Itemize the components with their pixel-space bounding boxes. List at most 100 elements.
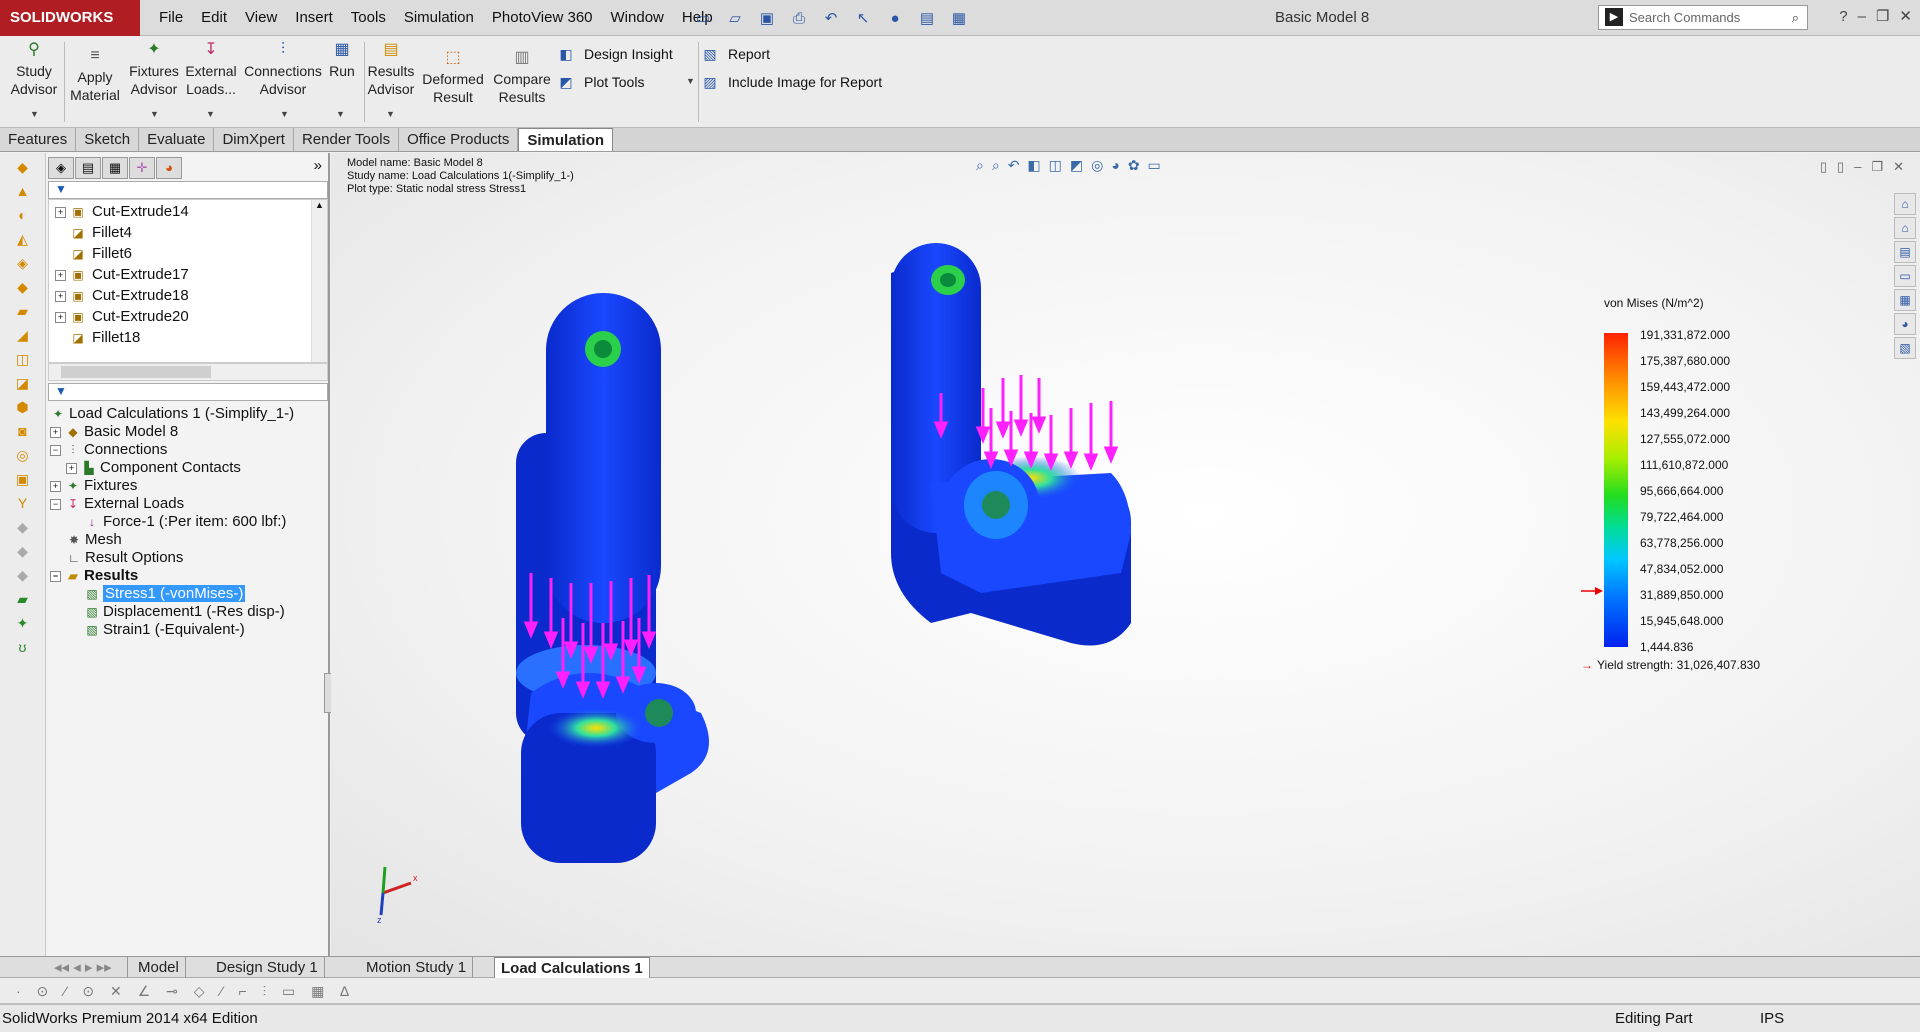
stress-plot-model[interactable]	[331, 153, 1920, 956]
tab-scroll-arrows[interactable]: ◂◂ ◂ ▸ ▸▸	[48, 957, 128, 979]
report-button[interactable]: ▧ Report	[700, 44, 770, 64]
undo-icon[interactable]: ↶	[818, 5, 844, 31]
green-tool-icon[interactable]: ʊ	[13, 637, 33, 657]
compare-results-button[interactable]: ▥ Compare Results	[490, 48, 554, 106]
expand-icon[interactable]: +	[55, 269, 66, 281]
options-icon[interactable]: ▦	[946, 5, 972, 31]
menu-file[interactable]: File	[150, 0, 192, 36]
strain-plot-item[interactable]: ▧ Strain1 (-Equivalent-)	[84, 619, 244, 641]
chevron-down-icon[interactable]: ▼	[280, 109, 289, 119]
chart-icon[interactable]: ◎	[13, 445, 33, 465]
chevron-down-icon[interactable]: ▼	[686, 76, 695, 86]
graphics-viewport[interactable]: Model name: Basic Model 8 Study name: Lo…	[331, 153, 1920, 956]
menu-simulation[interactable]: Simulation	[395, 0, 483, 36]
connector-icon[interactable]: ◆	[13, 277, 33, 297]
configuration-manager-tab-icon[interactable]: ▦	[102, 157, 128, 179]
sketch-tools-icon[interactable]: · ⊙ ⁄ ⊙ ✕ ∠ ⊸ ◇ ⁄ ⌐ ⫶ ▭ ▦ ∆	[16, 983, 355, 999]
tab-dimxpert[interactable]: DimXpert	[214, 128, 294, 151]
minimize-icon[interactable]: –	[1858, 0, 1866, 34]
menu-photoview[interactable]: PhotoView 360	[483, 0, 602, 36]
green-tool-icon[interactable]: ✦	[13, 613, 33, 633]
select-icon[interactable]: ↖	[850, 5, 876, 31]
solidworks-logo[interactable]: SOLIDWORKS	[0, 0, 140, 36]
chevron-down-icon[interactable]: ▼	[386, 109, 395, 119]
external-loads-button[interactable]: ↧ External Loads...	[184, 40, 238, 98]
print-icon[interactable]: ⎙	[786, 5, 812, 31]
tab-sketch[interactable]: Sketch	[76, 128, 140, 151]
magnifier-icon[interactable]: ⌕	[1792, 6, 1799, 29]
tab-simulation[interactable]: Simulation	[518, 128, 614, 151]
rebuild-icon[interactable]: ●	[882, 5, 908, 31]
plot-icon[interactable]: ◫	[13, 349, 33, 369]
menu-view[interactable]: View	[236, 0, 286, 36]
expand-icon[interactable]: +	[50, 480, 61, 492]
expand-panel-icon[interactable]: »	[314, 157, 322, 174]
feature-manager-tab-icon[interactable]: ◈	[48, 157, 74, 179]
expand-icon[interactable]: +	[50, 426, 61, 438]
menu-insert[interactable]: Insert	[286, 0, 342, 36]
save-icon[interactable]: ▣	[754, 5, 780, 31]
run-button[interactable]: ▦ Run	[326, 40, 358, 80]
help-icon[interactable]: ?	[1839, 0, 1847, 34]
sensor-icon[interactable]: ⬢	[13, 397, 33, 417]
material-icon[interactable]: ◈	[13, 253, 33, 273]
tab-motion-study[interactable]: Motion Study 1	[360, 957, 474, 979]
dimxpert-tab-icon[interactable]: ✛	[129, 157, 155, 179]
property-manager-tab-icon[interactable]: ▤	[75, 157, 101, 179]
tab-design-study[interactable]: Design Study 1	[210, 957, 325, 979]
chevron-up-icon[interactable]: ▲	[315, 200, 324, 210]
hinge-icon[interactable]: ◐	[13, 205, 33, 225]
study-advisor-button[interactable]: ⚲ Study Advisor	[8, 40, 60, 98]
menu-edit[interactable]: Edit	[192, 0, 236, 36]
search-commands-input[interactable]: ▶ Search Commands ⌕	[1598, 5, 1808, 30]
chevron-down-icon[interactable]: ▼	[30, 109, 39, 119]
report-side-icon[interactable]: ◙	[13, 421, 33, 441]
tab-features[interactable]: Features	[0, 128, 77, 151]
apply-material-button[interactable]: ≡ Apply Material	[66, 46, 124, 104]
chevron-down-icon[interactable]: ▼	[150, 109, 159, 119]
chevron-down-icon[interactable]: ▼	[336, 109, 345, 119]
scrollbar-thumb[interactable]	[61, 366, 211, 378]
file-properties-icon[interactable]: ▤	[914, 5, 940, 31]
load-icon[interactable]: ◭	[13, 229, 33, 249]
box-icon[interactable]: ▣	[13, 469, 33, 489]
study-filter[interactable]: ▼	[48, 383, 328, 401]
design-insight-button[interactable]: ◧ Design Insight	[556, 44, 672, 64]
probe-icon[interactable]: ◪	[13, 373, 33, 393]
tree-item[interactable]: ◪ Fillet18	[70, 326, 140, 350]
study-icon[interactable]: ◆	[13, 157, 33, 177]
menu-tools[interactable]: Tools	[342, 0, 395, 36]
expand-icon[interactable]: +	[55, 311, 66, 323]
restore-icon[interactable]: ❐	[1876, 0, 1889, 34]
tab-render-tools[interactable]: Render Tools	[293, 128, 400, 151]
include-image-button[interactable]: ▨ Include Image for Report	[700, 72, 882, 92]
plot-tools-button[interactable]: ◩ Plot Tools	[556, 72, 644, 92]
expand-icon[interactable]: +	[55, 290, 66, 302]
display-manager-tab-icon[interactable]: ◕	[156, 157, 182, 179]
connections-advisor-button[interactable]: ⫶ Connections Advisor	[242, 40, 324, 98]
tab-evaluate[interactable]: Evaluate	[139, 128, 215, 151]
feature-tree-horizontal-scrollbar[interactable]	[48, 363, 328, 381]
fixture-icon[interactable]: ▲	[13, 181, 33, 201]
chevron-down-icon[interactable]: ▼	[206, 109, 215, 119]
mesh-tool-icon[interactable]: ▰	[13, 301, 33, 321]
menu-window[interactable]: Window	[602, 0, 673, 36]
green-tool-icon[interactable]: ▰	[13, 589, 33, 609]
tab-office-products[interactable]: Office Products	[399, 128, 519, 151]
collapse-icon[interactable]: −	[50, 444, 61, 456]
close-icon[interactable]: ✕	[1899, 0, 1912, 34]
expand-icon[interactable]: +	[66, 462, 77, 474]
tab-load-calculations[interactable]: Load Calculations 1	[494, 957, 650, 979]
tab-model[interactable]: Model	[132, 957, 186, 979]
feature-tree-vertical-scrollbar[interactable]: ▲	[311, 200, 327, 362]
results-advisor-button[interactable]: ▤ Results Advisor	[366, 40, 416, 98]
expand-icon[interactable]: +	[55, 206, 66, 218]
collapse-icon[interactable]: −	[50, 570, 61, 582]
new-document-icon[interactable]: ▭	[690, 5, 716, 31]
deformed-result-button[interactable]: ⬚ Deformed Result	[420, 48, 486, 106]
run-study-icon[interactable]: ◢	[13, 325, 33, 345]
units-selector[interactable]: IPS	[1760, 1005, 1784, 1032]
fixtures-advisor-button[interactable]: ✦ Fixtures Advisor	[126, 40, 182, 98]
open-icon[interactable]: ▱	[722, 5, 748, 31]
feature-filter[interactable]: ▼	[48, 181, 328, 199]
